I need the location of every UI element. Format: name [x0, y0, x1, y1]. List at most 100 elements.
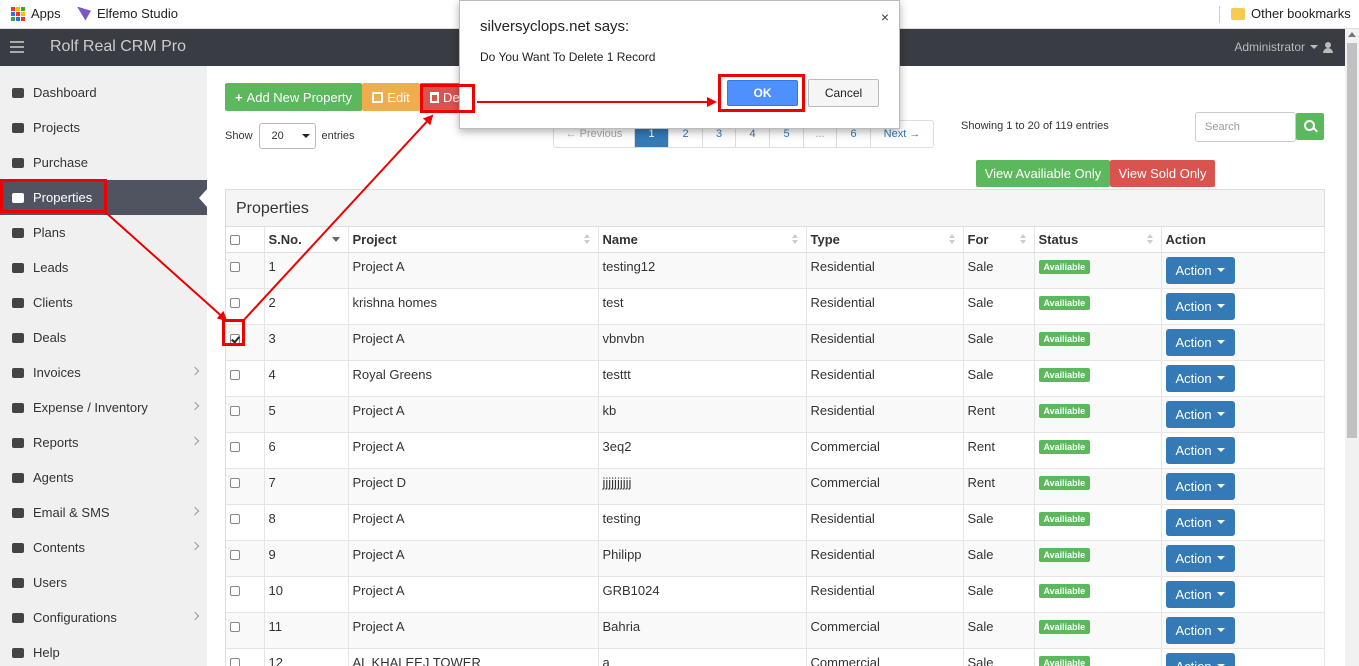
confirm-dialog: silversyclops.net says: × Do You Want To… [459, 0, 900, 129]
sidebar-item-contents[interactable]: Contents [0, 530, 207, 565]
view-available-button[interactable]: View Availiable Only [976, 160, 1110, 187]
sidebar-item-configurations[interactable]: Configurations [0, 600, 207, 635]
action-dropdown-button[interactable]: Action [1165, 508, 1235, 536]
bookmark-other[interactable]: Other bookmarks [1231, 6, 1351, 21]
cell-type: Commercial [806, 467, 964, 504]
cancel-button[interactable]: Cancel [808, 79, 879, 107]
sidebar-item-purchase[interactable]: Purchase [0, 145, 207, 180]
hamburger-menu-icon[interactable] [10, 41, 24, 53]
column-header-sno[interactable]: S.No. [264, 227, 349, 253]
chevron-right-icon [190, 436, 200, 446]
action-dropdown-button[interactable]: Action [1165, 544, 1235, 572]
action-dropdown-button[interactable]: Action [1165, 400, 1235, 428]
page-scrollbar[interactable] [1345, 29, 1359, 666]
table-row[interactable]: 3 Project Avbnvbn Residential Sale Availiabl… [226, 323, 1325, 360]
column-header-for[interactable]: For [963, 227, 1035, 253]
row-checkbox[interactable] [230, 405, 240, 416]
action-dropdown-button[interactable]: Action [1165, 472, 1235, 500]
table-row[interactable]: 2 krishna homes test Residential Sale Availia… [226, 287, 1325, 324]
column-header-project[interactable]: Project [348, 227, 599, 253]
column-header-label: For [967, 231, 989, 247]
sidebar-item-projects[interactable]: Projects [0, 110, 207, 145]
action-dropdown-button[interactable]: Action [1165, 616, 1235, 644]
page-length-select[interactable]: 20 [258, 123, 316, 149]
row-checkbox[interactable] [230, 297, 240, 308]
cell-status: Availiable [1034, 251, 1162, 288]
sidebar-item-invoices[interactable]: Invoices [0, 355, 207, 390]
table-row[interactable]: 12 AL KHALEEJ TOWER a Commercial Sale Availia… [226, 647, 1325, 666]
sidebar-item-leads[interactable]: Leads [0, 250, 207, 285]
table-row[interactable]: 7 Project Djjjjjjjjjj Commercial Rent Availi… [226, 467, 1325, 504]
column-header-status[interactable]: Status [1034, 227, 1162, 253]
sidebar-item-label: Expense / Inventory [33, 400, 148, 415]
select-all-checkbox[interactable] [230, 234, 240, 245]
action-dropdown-button[interactable]: Action [1165, 292, 1235, 320]
row-checkbox[interactable] [230, 657, 240, 666]
cell-type: Commercial [806, 431, 964, 468]
row-checkbox[interactable] [230, 441, 240, 452]
table-row[interactable]: 1 Project Atesting12 Residential Sale Availi… [226, 251, 1325, 288]
column-header-name[interactable]: Name [598, 227, 807, 253]
users-icon [11, 297, 25, 309]
sidebar-item-email-sms[interactable]: Email & SMS [0, 495, 207, 530]
action-dropdown-button[interactable]: Action [1165, 364, 1235, 392]
sidebar-item-clients[interactable]: Clients [0, 285, 207, 320]
row-checkbox[interactable] [230, 261, 240, 272]
view-sold-button[interactable]: View Sold Only [1110, 160, 1215, 187]
scrollbar-thumb[interactable] [1347, 43, 1357, 438]
action-dropdown-button[interactable]: Action [1165, 580, 1235, 608]
close-icon[interactable]: × [881, 9, 889, 25]
entries-label: entries [321, 130, 355, 142]
sidebar-item-dashboard[interactable]: Dashboard [0, 75, 207, 110]
action-dropdown-button[interactable]: Action [1165, 436, 1235, 464]
cell-status: Availiable [1034, 539, 1162, 576]
user-icon [1323, 41, 1333, 53]
sidebar-item-help[interactable]: Help [0, 635, 207, 666]
table-row[interactable]: 6 Project A 3eq2 Commercial Rent Availiable Ac… [226, 431, 1325, 468]
search-input[interactable]: Search [1195, 112, 1296, 142]
bookmark-apps[interactable]: Apps [11, 6, 61, 21]
action-dropdown-button[interactable]: Action [1165, 256, 1235, 284]
table-row[interactable]: 8 Project Atesting Residential Sale Availiab… [226, 503, 1325, 540]
table-row[interactable]: 9 Project A Philipp Residential Sale Availiab… [226, 539, 1325, 576]
sidebar-item-agents[interactable]: Agents [0, 460, 207, 495]
cell-project: Project A [348, 503, 599, 540]
contents-icon [11, 542, 25, 554]
user-menu[interactable]: Administrator [1234, 40, 1333, 54]
bookmark-elfemo[interactable]: Elfemo Studio [77, 6, 178, 21]
search-icon[interactable] [1296, 113, 1324, 140]
row-select-cell [226, 539, 265, 576]
row-checkbox[interactable] [230, 621, 240, 632]
action-dropdown-button[interactable]: Action [1165, 328, 1235, 356]
row-checkbox[interactable] [230, 513, 240, 524]
row-select-cell [226, 503, 265, 540]
cell-status: Availiable [1034, 395, 1162, 432]
sidebar-item-expense-inventory[interactable]: Expense / Inventory [0, 390, 207, 425]
row-checkbox[interactable] [230, 549, 240, 560]
table-row[interactable]: 5 Project Akb Residential Rent Availiable Act… [226, 395, 1325, 432]
table-row[interactable]: 10 Project A GRB1024 Residential Sale Availia… [226, 575, 1325, 612]
action-dropdown-button[interactable]: Action [1165, 652, 1235, 666]
status-badge: Availiable [1038, 619, 1091, 634]
status-badge: Availiable [1038, 439, 1091, 454]
sort-desc-icon [331, 237, 340, 242]
row-checkbox[interactable] [230, 585, 240, 596]
chevron-down-icon [1216, 412, 1225, 416]
column-header-label: Project [352, 231, 397, 247]
sidebar-item-reports[interactable]: Reports [0, 425, 207, 460]
add-property-button[interactable]: + Add New Property [225, 83, 362, 111]
column-header-type[interactable]: Type [806, 227, 964, 253]
row-checkbox[interactable] [230, 477, 240, 488]
table-row[interactable]: 4 Royal Greens testtt Residential Sale Availi… [226, 359, 1325, 396]
action-label: Action [1175, 514, 1212, 530]
sidebar-item-plans[interactable]: Plans [0, 215, 207, 250]
sidebar-item-deals[interactable]: Deals [0, 320, 207, 355]
scroll-up-icon[interactable] [1348, 32, 1356, 37]
table-icon [11, 437, 25, 449]
table-row[interactable]: 11 Project A Bahria Commercial Sale Availiabl… [226, 611, 1325, 648]
sidebar-item-users[interactable]: Users [0, 565, 207, 600]
cell-name: test [598, 287, 807, 324]
sidebar-item-label: Clients [33, 295, 73, 310]
row-checkbox[interactable] [230, 369, 240, 380]
edit-button[interactable]: Edit [362, 83, 420, 111]
